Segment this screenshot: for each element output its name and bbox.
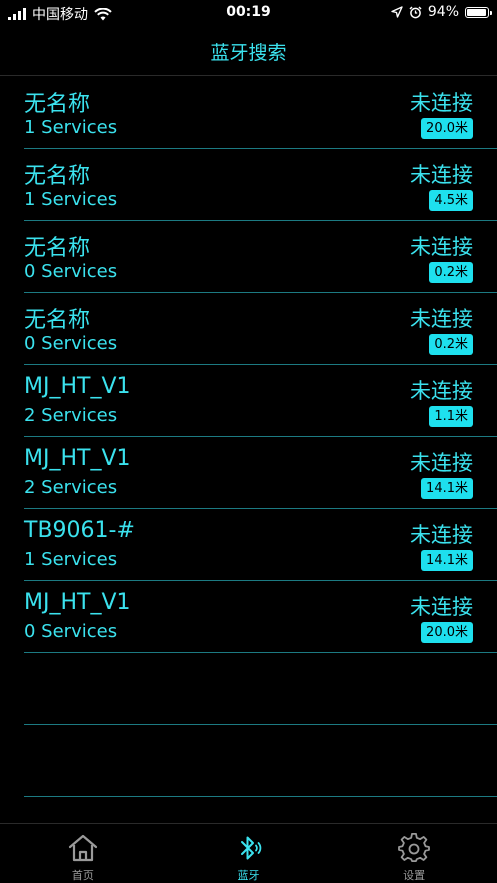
tab-settings[interactable]: 设置: [331, 824, 497, 883]
device-name: 无名称: [24, 236, 91, 261]
location-arrow-icon: [391, 6, 403, 18]
device-name: MJ_HT_V1: [24, 446, 131, 471]
device-row[interactable]: MJ_HT_V1 0 Services 未连接 20.0米: [24, 581, 497, 653]
device-row[interactable]: 无名称 0 Services 未连接 0.2米: [24, 221, 497, 293]
tab-home[interactable]: 首页: [0, 824, 166, 883]
status-right: 94%: [391, 4, 492, 20]
page-title: 蓝牙搜索: [210, 42, 287, 64]
device-services: 0 Services: [24, 261, 118, 282]
connection-status: 未连接: [410, 523, 473, 547]
device-row[interactable]: MJ_HT_V1 2 Services 未连接 14.1米: [24, 437, 497, 509]
battery-level: [467, 8, 486, 16]
connection-status: 未连接: [410, 595, 473, 619]
device-services: 0 Services: [24, 621, 118, 642]
empty-row: [24, 653, 497, 725]
empty-row: [24, 725, 497, 797]
connection-status: 未连接: [410, 379, 473, 403]
tab-bar: 首页 蓝牙 设置: [0, 823, 497, 883]
device-services: 2 Services: [24, 405, 118, 426]
device-services: 1 Services: [24, 549, 118, 570]
battery-icon: [465, 6, 492, 18]
status-bar: 中国移动 00:19 94%: [0, 0, 497, 28]
alarm-icon: [409, 5, 422, 18]
device-services: 2 Services: [24, 477, 118, 498]
device-row[interactable]: 无名称 1 Services 未连接 20.0米: [24, 77, 497, 149]
device-services: 0 Services: [24, 333, 118, 354]
device-name: MJ_HT_V1: [24, 374, 131, 399]
device-row[interactable]: 无名称 0 Services 未连接 0.2米: [24, 293, 497, 365]
distance-badge: 4.5米: [429, 190, 473, 211]
device-row[interactable]: 无名称 1 Services 未连接 4.5米: [24, 149, 497, 221]
device-list[interactable]: 无名称 1 Services 未连接 20.0米 无名称 1 Services …: [24, 77, 497, 797]
connection-status: 未连接: [410, 235, 473, 259]
distance-badge: 20.0米: [421, 118, 473, 139]
nav-bar: 蓝牙搜索: [0, 28, 497, 76]
home-icon: [68, 834, 97, 862]
device-row[interactable]: TB9061-# 1 Services 未连接 14.1米: [24, 509, 497, 581]
device-services: 1 Services: [24, 189, 118, 210]
device-row[interactable]: MJ_HT_V1 2 Services 未连接 1.1米: [24, 365, 497, 437]
device-name: 无名称: [24, 164, 91, 189]
distance-badge: 14.1米: [421, 550, 473, 571]
gear-icon: [398, 833, 431, 862]
bluetooth-icon: [240, 836, 261, 860]
battery-percent: 94%: [427, 4, 459, 20]
distance-badge: 0.2米: [429, 334, 473, 355]
connection-status: 未连接: [410, 451, 473, 475]
tab-label: 蓝牙: [237, 869, 260, 882]
device-name: MJ_HT_V1: [24, 590, 131, 615]
distance-badge: 1.1米: [429, 406, 473, 427]
device-name: 无名称: [24, 92, 91, 117]
connection-status: 未连接: [410, 307, 473, 331]
distance-badge: 0.2米: [429, 262, 473, 283]
connection-status: 未连接: [410, 91, 473, 115]
distance-badge: 14.1米: [421, 478, 473, 499]
tab-bluetooth[interactable]: 蓝牙: [166, 824, 332, 883]
device-name: 无名称: [24, 308, 91, 333]
tab-label: 首页: [71, 869, 94, 882]
distance-badge: 20.0米: [421, 622, 473, 643]
device-services: 1 Services: [24, 117, 118, 138]
connection-status: 未连接: [410, 163, 473, 187]
tab-label: 设置: [403, 869, 426, 882]
device-name: TB9061-#: [24, 518, 135, 543]
